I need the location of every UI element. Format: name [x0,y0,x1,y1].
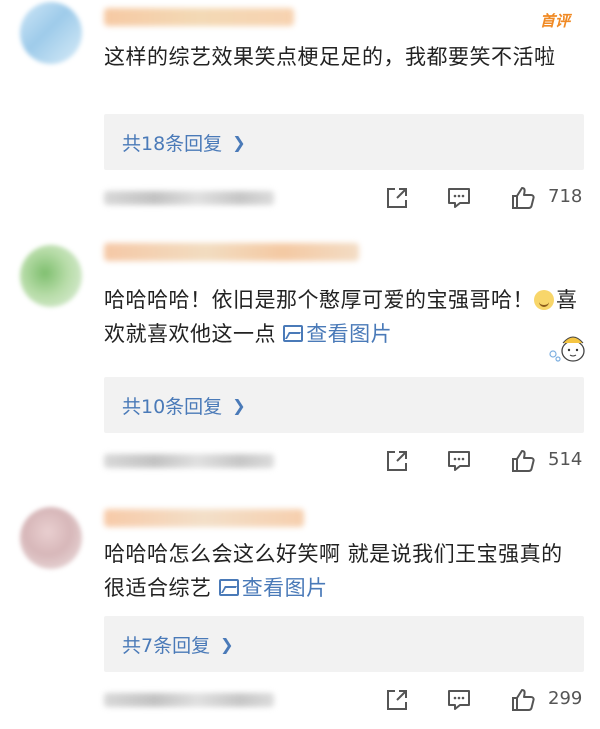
comment-actions: 718 [0,183,600,213]
replies-label: 共7条回复 [122,634,211,657]
first-comment-badge: 首评 [539,12,570,30]
view-image-label: 查看图片 [306,322,393,346]
comment-2: 哈哈哈哈！依旧是那个憨厚可爱的宝强哥哈！ 喜欢就喜欢他这一点 查看图片 共10条回… [0,225,600,485]
comment-text-body: 哈哈哈怎么会这么好笑啊 就是说我们王宝强真的很适合综艺 [104,542,563,600]
replies-label: 共18条回复 [122,132,223,155]
view-image-link[interactable]: 查看图片 [283,322,392,346]
comment-1: 首评 这样的综艺效果笑点梗足足的，我都要笑不活啦 共18条回复 ❯ 718 [0,0,600,225]
image-icon [218,579,239,596]
like-count: 514 [548,449,583,470]
smile-emoji-icon [534,290,554,310]
timestamp-blurred [104,454,274,468]
timestamp-blurred [104,191,274,205]
comment-icon[interactable] [446,185,472,211]
thumbs-up-icon[interactable] [510,448,536,474]
view-image-link[interactable]: 查看图片 [218,576,328,600]
comment-text-part1: 哈哈哈哈！依旧是那个憨厚可爱的宝强哥哈！ [104,288,534,312]
username-blurred[interactable] [104,243,359,261]
comment-3: 哈哈哈怎么会这么好笑啊 就是说我们王宝强真的很适合综艺 查看图片 共7条回复 ❯… [0,485,600,729]
share-icon[interactable] [384,448,410,474]
comment-text: 哈哈哈怎么会这么好笑啊 就是说我们王宝强真的很适合综艺 查看图片 [104,537,584,605]
comment-text: 这样的综艺效果笑点梗足足的，我都要笑不活啦 [104,45,556,69]
chevron-right-icon: ❯ [220,634,234,654]
avatar[interactable] [20,2,82,64]
replies-button[interactable]: 共10条回复 ❯ [104,377,584,433]
thumbs-up-icon[interactable] [510,185,536,211]
chevron-right-icon: ❯ [232,395,246,415]
avatar[interactable] [20,507,82,569]
share-icon[interactable] [384,687,410,713]
share-icon[interactable] [384,185,410,211]
image-icon [283,325,304,342]
cartoon-sticker-icon [549,336,585,362]
like-count: 299 [548,688,583,709]
comment-actions: 514 [0,446,600,476]
view-image-label: 查看图片 [241,576,328,600]
comment-icon[interactable] [446,448,472,474]
username-blurred[interactable] [104,509,304,527]
replies-button[interactable]: 共18条回复 ❯ [104,114,584,170]
timestamp-blurred [104,693,274,707]
replies-button[interactable]: 共7条回复 ❯ [104,616,584,672]
comment-text: 哈哈哈哈！依旧是那个憨厚可爱的宝强哥哈！ 喜欢就喜欢他这一点 查看图片 [104,283,584,351]
username-blurred[interactable] [104,8,294,26]
comment-icon[interactable] [446,687,472,713]
thumbs-up-icon[interactable] [510,687,536,713]
comment-actions: 299 [0,685,600,715]
chevron-right-icon: ❯ [232,132,246,152]
avatar[interactable] [20,245,82,307]
replies-label: 共10条回复 [122,395,223,418]
like-count: 718 [548,186,583,207]
